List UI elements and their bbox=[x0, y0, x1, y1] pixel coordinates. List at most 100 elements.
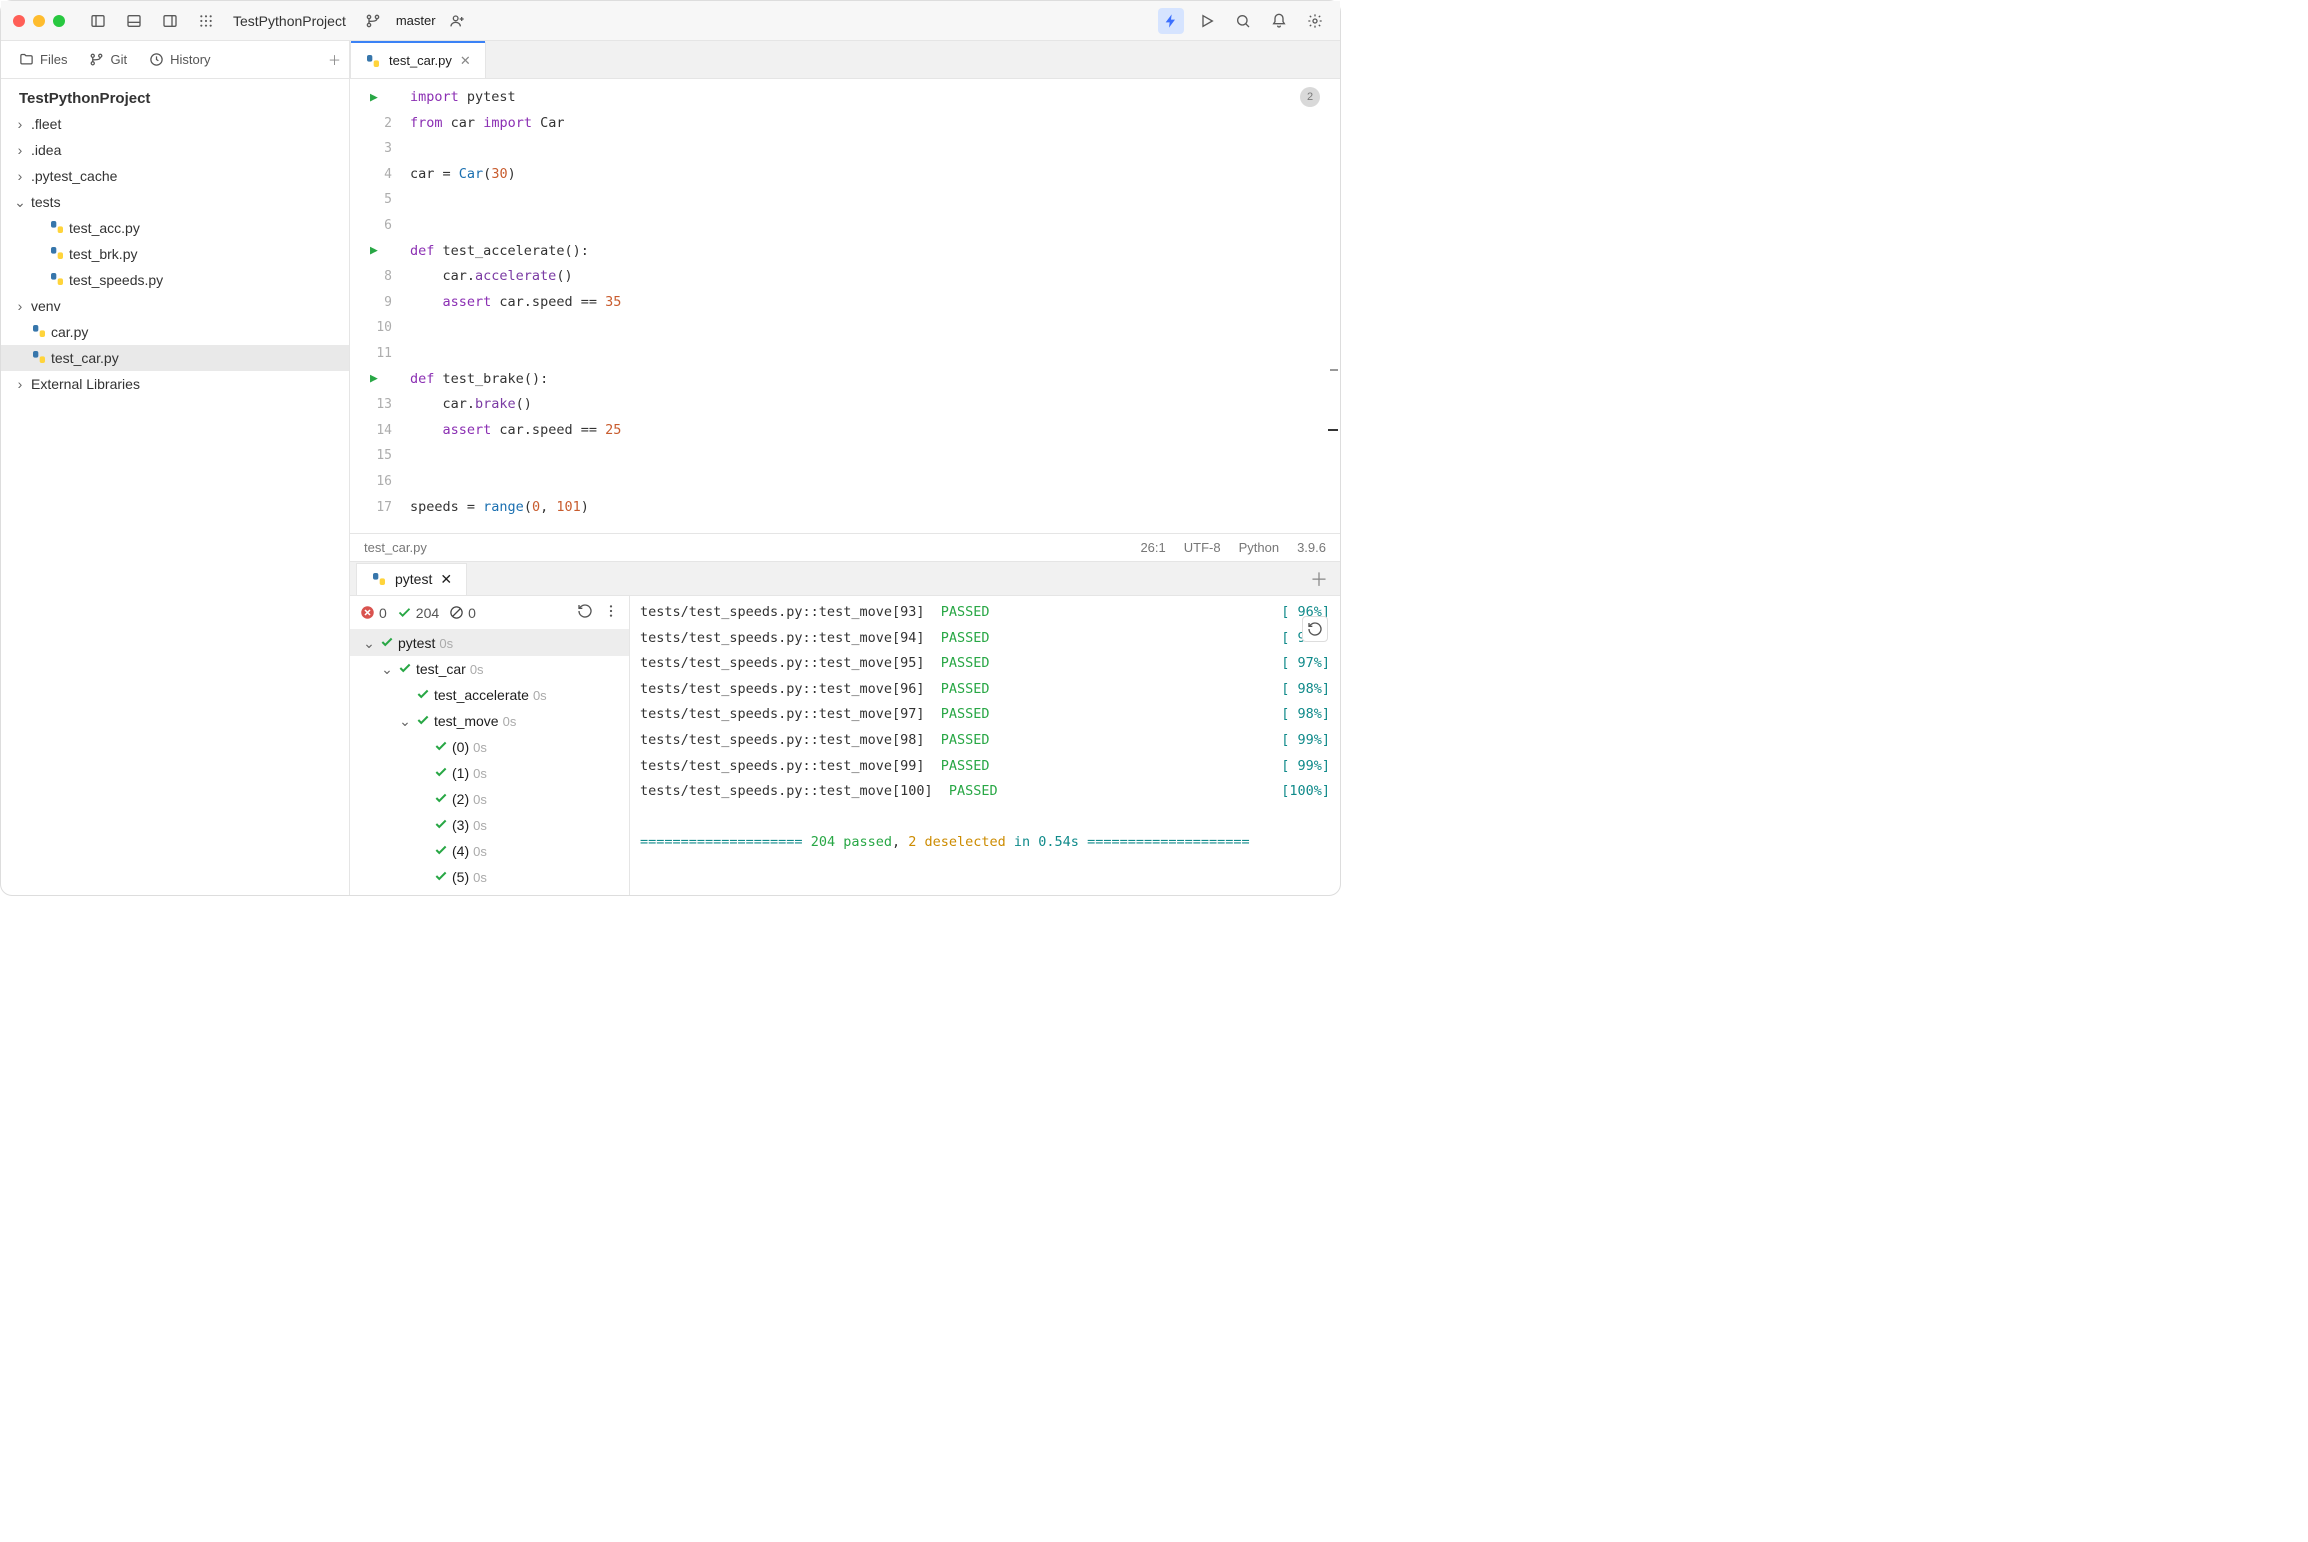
rerun-icon[interactable] bbox=[577, 603, 593, 622]
pass-icon bbox=[398, 661, 412, 678]
pytest-tab[interactable]: pytest ✕ bbox=[356, 563, 467, 595]
tree-item[interactable]: ›.fleet bbox=[1, 111, 349, 137]
close-window[interactable] bbox=[13, 15, 25, 27]
chevron-icon bbox=[398, 687, 412, 703]
close-tool-tab-icon[interactable]: ✕ bbox=[440, 571, 452, 588]
files-tab[interactable]: Files bbox=[9, 46, 77, 73]
output-line: tests/test_speeds.py::test_move[99] PASS… bbox=[640, 754, 1330, 780]
editor-tabs: test_car.py ✕ bbox=[350, 41, 1340, 79]
test-time: 0s bbox=[503, 714, 517, 729]
interpreter-version[interactable]: 3.9.6 bbox=[1297, 540, 1326, 555]
panel-left-icon[interactable] bbox=[85, 8, 111, 34]
test-label: (2) bbox=[452, 791, 469, 807]
run-gutter-icon[interactable]: ▶ bbox=[370, 85, 378, 111]
chevron-icon bbox=[416, 739, 430, 755]
output-line: tests/test_speeds.py::test_move[93] PASS… bbox=[640, 600, 1330, 626]
test-tree-item[interactable]: (0) 0s bbox=[350, 734, 629, 760]
test-tree[interactable]: ⌄ pytest 0s⌄ test_car 0s test_accelerate… bbox=[350, 630, 629, 895]
chevron-icon bbox=[416, 843, 430, 859]
files-tab-label: Files bbox=[40, 52, 67, 67]
tree-item[interactable]: ›External Libraries bbox=[1, 371, 349, 397]
tree-item[interactable]: test_speeds.py bbox=[1, 267, 349, 293]
tree-item-label: test_speeds.py bbox=[69, 272, 163, 288]
test-time: 0s bbox=[473, 844, 487, 859]
tree-item[interactable]: ›.pytest_cache bbox=[1, 163, 349, 189]
tree-item[interactable]: car.py bbox=[1, 319, 349, 345]
pytest-tab-label: pytest bbox=[395, 571, 432, 587]
pass-icon bbox=[434, 791, 448, 808]
add-tab-icon[interactable]: ＋ bbox=[328, 50, 341, 69]
more-icon[interactable] bbox=[603, 603, 619, 622]
gutter: ▶23456▶891011▶1314151617 bbox=[350, 79, 410, 533]
run-icon[interactable] bbox=[1194, 8, 1220, 34]
language[interactable]: Python bbox=[1239, 540, 1279, 555]
maximize-window[interactable] bbox=[53, 15, 65, 27]
editor[interactable]: ▶23456▶891011▶1314151617 import pytest f… bbox=[350, 79, 1340, 533]
project-tree: TestPythonProject ›.fleet›.idea›.pytest_… bbox=[1, 79, 349, 403]
pass-icon bbox=[434, 765, 448, 782]
test-tree-item[interactable]: (2) 0s bbox=[350, 786, 629, 812]
tree-item[interactable]: test_acc.py bbox=[1, 215, 349, 241]
panel-right-icon[interactable] bbox=[157, 8, 183, 34]
project-name[interactable]: TestPythonProject bbox=[227, 13, 352, 29]
branch-selector[interactable]: master bbox=[360, 8, 436, 34]
editor-tab-test-car[interactable]: test_car.py ✕ bbox=[350, 42, 486, 78]
test-tree-item[interactable]: (5) 0s bbox=[350, 864, 629, 890]
test-tree-item[interactable]: (3) 0s bbox=[350, 812, 629, 838]
apps-icon[interactable] bbox=[193, 8, 219, 34]
test-tree-item[interactable]: test_accelerate 0s bbox=[350, 682, 629, 708]
tree-item-label: .idea bbox=[31, 142, 61, 158]
search-icon[interactable] bbox=[1230, 8, 1256, 34]
test-tree-item[interactable]: ⌄ test_car 0s bbox=[350, 656, 629, 682]
test-tree-item[interactable]: (1) 0s bbox=[350, 760, 629, 786]
project-root[interactable]: TestPythonProject bbox=[1, 85, 349, 111]
tree-item[interactable]: test_car.py bbox=[1, 345, 349, 371]
pass-icon bbox=[434, 869, 448, 886]
cursor-position[interactable]: 26:1 bbox=[1140, 540, 1165, 555]
tree-item-label: .fleet bbox=[31, 116, 61, 132]
test-label: test_move bbox=[434, 713, 499, 729]
editor-tab-label: test_car.py bbox=[389, 53, 452, 68]
skipped-count[interactable]: 0 bbox=[449, 605, 476, 621]
minimize-window[interactable] bbox=[33, 15, 45, 27]
tree-item-label: car.py bbox=[51, 324, 88, 340]
close-tab-icon[interactable]: ✕ bbox=[460, 53, 471, 69]
tree-item-label: test_brk.py bbox=[69, 246, 137, 262]
passed-count[interactable]: 204 bbox=[397, 605, 439, 621]
tree-item[interactable]: test_brk.py bbox=[1, 241, 349, 267]
encoding[interactable]: UTF-8 bbox=[1184, 540, 1221, 555]
git-tab-label: Git bbox=[110, 52, 127, 67]
test-tree-item[interactable]: ⌄ pytest 0s bbox=[350, 630, 629, 656]
output-line: tests/test_speeds.py::test_move[94] PASS… bbox=[640, 626, 1330, 652]
history-tab[interactable]: History bbox=[139, 46, 220, 73]
collaborate-icon[interactable] bbox=[444, 8, 470, 34]
failed-count[interactable]: 0 bbox=[360, 605, 387, 621]
tree-item[interactable]: ⌄tests bbox=[1, 189, 349, 215]
output-line: tests/test_speeds.py::test_move[96] PASS… bbox=[640, 677, 1330, 703]
git-tab[interactable]: Git bbox=[79, 46, 137, 73]
pass-icon bbox=[434, 843, 448, 860]
test-tree-item[interactable]: ⌄ test_move 0s bbox=[350, 708, 629, 734]
tree-item[interactable]: ›venv bbox=[1, 293, 349, 319]
add-tool-tab-icon[interactable]: ＋ bbox=[1310, 566, 1328, 592]
code-area[interactable]: import pytest from car import Car car = … bbox=[410, 79, 1340, 533]
python-file-icon bbox=[49, 271, 65, 290]
chevron-icon bbox=[416, 817, 430, 833]
output-line: tests/test_speeds.py::test_move[97] PASS… bbox=[640, 702, 1330, 728]
rerun-output-icon[interactable] bbox=[1302, 616, 1328, 642]
test-tree-item[interactable]: (4) 0s bbox=[350, 838, 629, 864]
tree-item[interactable]: ›.idea bbox=[1, 137, 349, 163]
test-output[interactable]: tests/test_speeds.py::test_move[93] PASS… bbox=[630, 596, 1340, 895]
test-label: (5) bbox=[452, 869, 469, 885]
notifications-icon[interactable] bbox=[1266, 8, 1292, 34]
panel-bottom-icon[interactable] bbox=[121, 8, 147, 34]
settings-icon[interactable] bbox=[1302, 8, 1328, 34]
run-gutter-icon[interactable]: ▶ bbox=[370, 239, 378, 265]
output-line: tests/test_speeds.py::test_move[95] PASS… bbox=[640, 651, 1330, 677]
status-bar: test_car.py 26:1 UTF-8 Python 3.9.6 bbox=[350, 533, 1340, 561]
breadcrumb[interactable]: test_car.py bbox=[364, 540, 1122, 555]
run-gutter-icon[interactable]: ▶ bbox=[370, 367, 378, 393]
inspections-badge[interactable]: 2 bbox=[1300, 87, 1320, 107]
ai-assistant-icon[interactable] bbox=[1158, 8, 1184, 34]
branch-icon bbox=[360, 8, 386, 34]
